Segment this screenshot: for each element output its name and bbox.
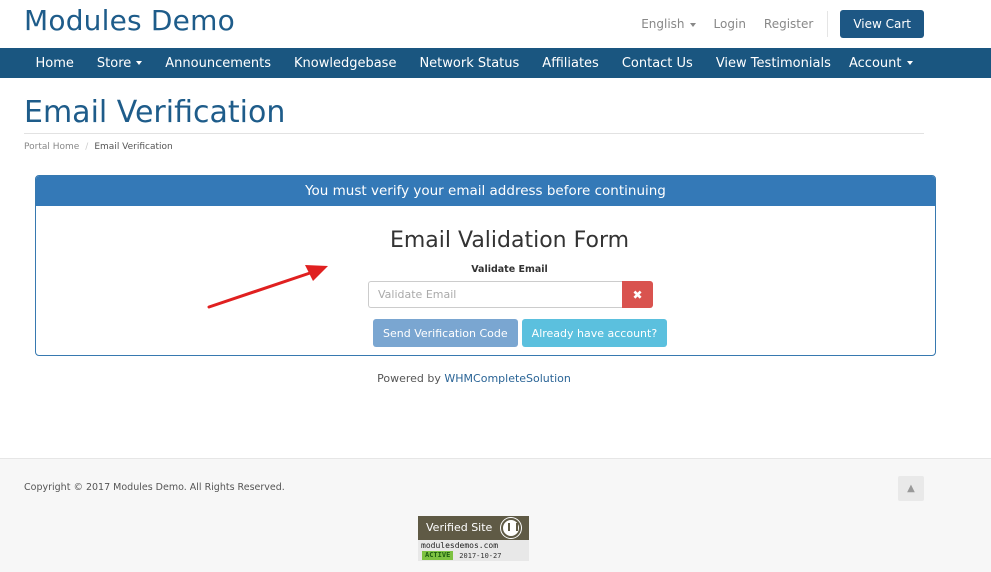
breadcrumb-portal-home[interactable]: Portal Home [24,142,79,152]
annotation-arrow-icon [207,265,328,309]
form-title: Email Validation Form [389,228,630,253]
nav-store[interactable]: Store [85,56,153,71]
nav-affiliates[interactable]: Affiliates [531,56,611,71]
send-verification-code-button[interactable]: Send Verification Code [373,319,518,347]
footer: Copyright © 2017 Modules Demo. All Right… [0,458,991,572]
clear-email-button[interactable]: ✖ [622,281,653,308]
breadcrumb-current: Email Verification [94,142,173,152]
panel-heading: You must verify your email address befor… [36,176,935,206]
caret-down-icon [906,61,913,65]
nav-account[interactable]: Account [838,56,925,71]
title-divider [24,133,924,134]
verified-site-badge[interactable]: Verified Site modulesdemos.com ACTIVE 20… [418,516,529,561]
view-cart-button[interactable]: View Cart [840,10,924,38]
badge-header: Verified Site [418,516,529,540]
top-links: English Login Register View Cart [641,0,991,48]
language-label: English [641,17,685,31]
badge-status-row: ACTIVE 2017-10-27 [418,551,529,560]
divider [827,11,829,37]
badge-status: ACTIVE [422,551,454,560]
chevron-up-icon: ▲ [907,483,915,494]
page-title: Email Verification [24,95,286,130]
powered-by-label: Powered by [377,372,441,385]
main-navbar: Home Store Announcements Knowledgebase N… [0,48,991,78]
form-actions: Send Verification Code Already have acco… [373,319,668,347]
nav-knowledgebase[interactable]: Knowledgebase [283,56,408,71]
powered-by: Powered by WHMCompleteSolution [0,372,948,385]
nav-contact-us[interactable]: Contact Us [610,56,704,71]
brand-logo[interactable]: Modules Demo [24,4,235,37]
nav-right: Account [838,48,925,78]
whmcs-link[interactable]: WHMCompleteSolution [444,372,570,385]
caret-down-icon [689,22,696,27]
nav-home[interactable]: Home [24,56,85,71]
email-input-group: ✖ [368,281,653,308]
caret-down-icon [136,61,143,65]
badge-title: Verified Site [426,521,493,534]
register-link[interactable]: Register [764,17,813,31]
back-to-top-button[interactable]: ▲ [898,476,924,501]
seal-icon [501,518,521,538]
badge-date: 2017-10-27 [459,551,502,560]
badge-domain: modulesdemos.com [421,541,499,550]
breadcrumb: Portal Home / Email Verification [24,142,173,152]
verification-panel: You must verify your email address befor… [35,175,936,356]
login-link[interactable]: Login [714,17,746,31]
times-icon: ✖ [632,287,643,302]
nav-store-label: Store [96,55,132,71]
nav-network-status[interactable]: Network Status [408,56,531,71]
nav-announcements[interactable]: Announcements [154,56,283,71]
email-field-label: Validate Email [471,264,548,275]
language-dropdown[interactable]: English [641,17,696,31]
already-have-account-button[interactable]: Already have account? [521,319,668,347]
header: Modules Demo English Login Register View… [0,0,991,48]
breadcrumb-separator: / [85,142,89,152]
copyright-text: Copyright © 2017 Modules Demo. All Right… [24,482,285,493]
validate-email-input[interactable] [368,281,622,308]
nav-account-label: Account [849,55,902,71]
nav-view-testimonials[interactable]: View Testimonials [704,56,842,71]
